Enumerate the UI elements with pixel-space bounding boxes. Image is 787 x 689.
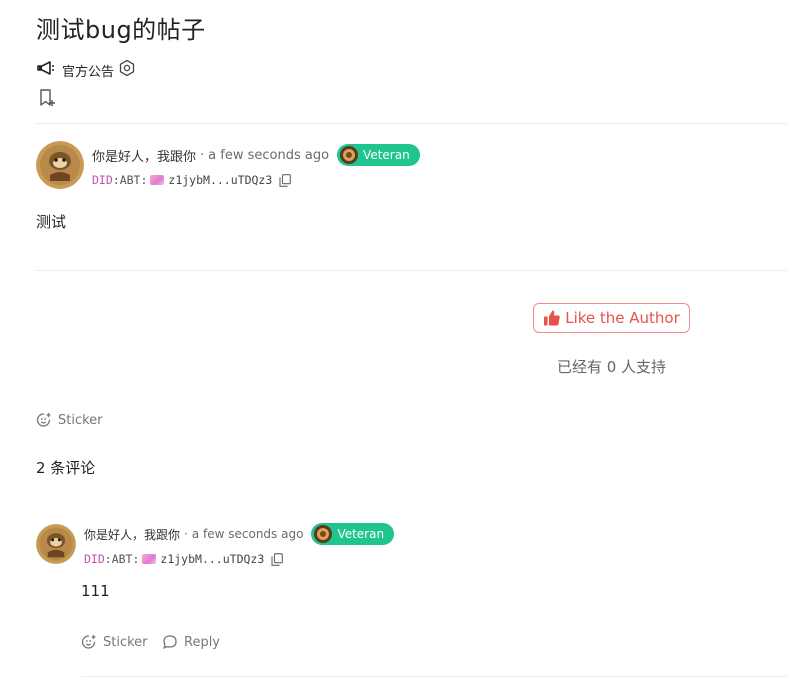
veteran-badge: Veteran xyxy=(311,523,395,545)
did-chain: :ABT: xyxy=(112,173,148,187)
badge-label: Veteran xyxy=(337,527,385,541)
post-time: a few seconds ago xyxy=(208,147,330,163)
sticker-button[interactable]: Sticker xyxy=(36,411,103,429)
divider xyxy=(36,270,787,271)
did-avatar-icon xyxy=(150,175,165,185)
divider xyxy=(81,676,787,677)
bookmark-add-icon[interactable] xyxy=(38,88,56,108)
medal-icon xyxy=(340,146,359,164)
did-prefix: DID xyxy=(84,552,105,566)
reply-button[interactable]: Reply xyxy=(162,633,220,651)
category-label[interactable]: 官方公告 xyxy=(62,61,114,80)
supporters-count: 已经有 0 人支持 xyxy=(556,358,667,376)
comment-did-line: DID :ABT: z1jybM...uTDQz3 xyxy=(84,551,284,567)
comment-avatar[interactable] xyxy=(36,524,76,564)
did-value[interactable]: z1jybM...uTDQz3 xyxy=(168,173,272,187)
reply-label: Reply xyxy=(184,634,221,650)
comment-sticker-button[interactable]: Sticker xyxy=(81,633,148,651)
badge-label: Veteran xyxy=(363,148,410,162)
comment-time: a few seconds ago xyxy=(191,527,304,541)
author-name[interactable]: 你是好人，我跟你 xyxy=(92,146,196,165)
medal-icon xyxy=(314,525,333,543)
did-value[interactable]: z1jybM...uTDQz3 xyxy=(160,552,264,566)
did-prefix: DID xyxy=(92,173,113,187)
did-chain: :ABT: xyxy=(104,552,140,566)
sticker-label: Sticker xyxy=(103,634,148,650)
comment-meta: 你是好人，我跟你 · a few seconds ago Veteran xyxy=(84,522,395,546)
did-line: DID :ABT: z1jybM...uTDQz3 xyxy=(92,172,292,188)
sticker-add-icon xyxy=(81,635,96,649)
copy-icon[interactable] xyxy=(279,173,292,187)
copy-icon[interactable] xyxy=(271,552,284,566)
meta-separator: · xyxy=(184,527,188,541)
comment-count: 2 条评论 xyxy=(36,459,96,477)
post-title: 测试bug的帖子 xyxy=(36,16,206,44)
post-body: 测试 xyxy=(36,213,67,231)
divider xyxy=(36,123,787,124)
megaphone-icon xyxy=(36,60,56,80)
sticker-label: Sticker xyxy=(58,412,103,428)
post-meta: 你是好人，我跟你 · a few seconds ago Veteran xyxy=(92,143,420,167)
chat-bubble-icon xyxy=(163,635,177,649)
avatar[interactable] xyxy=(36,141,84,189)
category-row[interactable]: 官方公告 xyxy=(36,59,136,81)
did-avatar-icon xyxy=(142,554,157,564)
comment-author-name[interactable]: 你是好人，我跟你 xyxy=(84,526,180,543)
comment-body: 111 xyxy=(81,582,110,600)
like-button-label: Like the Author xyxy=(565,309,680,327)
meta-separator: · xyxy=(200,147,205,163)
sticker-add-icon xyxy=(36,413,51,427)
hexagon-gear-icon[interactable] xyxy=(118,59,136,81)
thumbs-up-icon xyxy=(544,310,560,326)
like-author-button[interactable]: Like the Author xyxy=(533,303,690,333)
veteran-badge: Veteran xyxy=(337,144,420,166)
